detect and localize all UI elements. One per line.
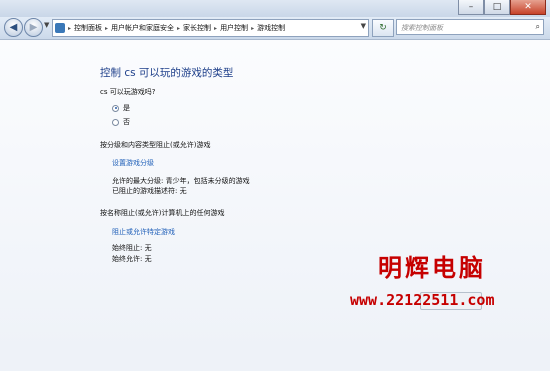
window: – □ ✕ ◀ ▶ ▼ ▸ 控制面板 ▸ 用户帐户和家庭安全 ▸ 家长控制 ▸ …	[0, 0, 550, 371]
breadcrumb-user-accounts-family-safety[interactable]: 用户帐户和家庭安全	[111, 23, 174, 33]
page-title: 控制 cs 可以玩的游戏的类型	[100, 67, 234, 79]
breadcrumb-user-controls[interactable]: 用户控制	[220, 23, 248, 33]
option-yes[interactable]: 是	[112, 103, 130, 113]
breadcrumb-separator: ▸	[251, 24, 255, 32]
address-bar[interactable]: ▸ 控制面板 ▸ 用户帐户和家庭安全 ▸ 家长控制 ▸ 用户控制 ▸ 游戏控制 …	[52, 19, 369, 37]
address-dropdown-icon[interactable]: ▼	[361, 22, 366, 30]
block-allow-specific-games-link[interactable]: 阻止或允许特定游戏	[112, 227, 175, 237]
option-no[interactable]: 否	[112, 117, 130, 127]
search-icon[interactable]: ⌕	[536, 22, 540, 32]
refresh-button[interactable]: ↻	[372, 19, 394, 37]
breadcrumb-game-controls[interactable]: 游戏控制	[257, 23, 285, 33]
breadcrumb-parental-controls[interactable]: 家长控制	[183, 23, 211, 33]
breadcrumb-separator: ▸	[105, 24, 109, 32]
watermark-title: 明辉电脑	[378, 253, 486, 282]
play-games-question: cs 可以玩游戏吗?	[100, 88, 156, 96]
always-block-info: 始终阻止: 无	[112, 244, 152, 252]
specific-games-section-heading: 按名称阻止(或允许)计算机上的任何游戏	[100, 209, 225, 217]
window-controls: – □ ✕	[458, 0, 546, 15]
breadcrumb-control-panel[interactable]: 控制面板	[74, 23, 102, 33]
always-allow-info: 始终允许: 无	[112, 255, 152, 263]
set-game-ratings-link[interactable]: 设置游戏分级	[112, 158, 154, 168]
radio-no[interactable]	[112, 118, 119, 126]
minimize-button[interactable]: –	[458, 0, 484, 15]
watermark-url: www.22122511.com	[350, 291, 495, 309]
forward-button[interactable]: ▶	[24, 18, 43, 37]
main-content: 控制 cs 可以玩的游戏的类型 cs 可以玩游戏吗? 是 否 按分级和内容类型阻…	[0, 40, 550, 371]
blocked-descriptors-info: 已阻止的游戏描述符: 无	[112, 187, 187, 195]
close-button[interactable]: ✕	[510, 0, 546, 15]
max-rating-info: 允许的最大分级: 青少年，包括未分级的游戏	[112, 177, 250, 185]
breadcrumb-separator: ▸	[214, 24, 218, 32]
rating-section-heading: 按分级和内容类型阻止(或允许)游戏	[100, 141, 211, 149]
breadcrumb-separator: ▸	[68, 24, 72, 32]
search-input[interactable]: 搜索控制面板 ⌕	[396, 19, 544, 35]
back-button[interactable]: ◀	[4, 18, 23, 37]
maximize-button[interactable]: □	[484, 0, 510, 15]
option-no-label: 否	[123, 118, 130, 126]
recent-pages-dropdown-icon[interactable]: ▼	[44, 21, 49, 29]
control-panel-icon	[55, 23, 65, 33]
search-placeholder: 搜索控制面板	[401, 24, 443, 32]
breadcrumb-separator: ▸	[177, 24, 181, 32]
option-yes-label: 是	[123, 104, 130, 112]
navigation-toolbar: ◀ ▶ ▼ ▸ 控制面板 ▸ 用户帐户和家庭安全 ▸ 家长控制 ▸ 用户控制 ▸…	[0, 17, 550, 40]
title-bar: – □ ✕	[0, 0, 550, 17]
radio-yes[interactable]	[112, 104, 119, 112]
